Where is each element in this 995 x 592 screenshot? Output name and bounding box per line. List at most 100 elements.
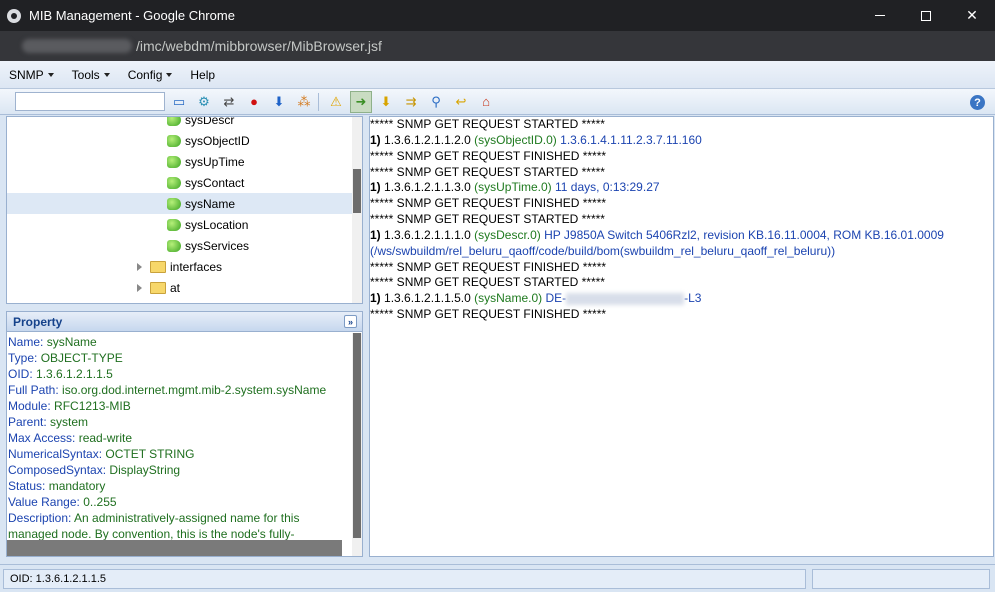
tree-item[interactable]: sysLocation: [7, 214, 355, 235]
folder-icon: [150, 281, 166, 294]
property-row: Type: OBJECT-TYPE: [8, 350, 353, 366]
output-log: ***** SNMP GET REQUEST STARTED ***** 1) 1…: [370, 117, 993, 323]
status-extra: [812, 569, 990, 589]
result-index: 1): [370, 180, 381, 195]
output-line: 1) 1.3.6.1.2.1.1.5.0 (sysName.0) DE- -L3: [370, 291, 993, 307]
menu-config[interactable]: Config: [119, 68, 182, 82]
result-index: 1): [370, 227, 381, 242]
property-value: OCTET STRING: [105, 447, 195, 461]
output-line: 1) 1.3.6.1.2.1.1.3.0 (sysUpTime.0) 11 da…: [370, 180, 993, 196]
get-next-button[interactable]: ⬇: [375, 91, 397, 113]
property-row: Module: RFC1213-MIB: [8, 398, 353, 414]
search-icon: ⚲: [431, 94, 441, 109]
output-marker: ***** SNMP GET REQUEST FINISHED *****: [370, 196, 607, 211]
tree-scrollbar[interactable]: [352, 117, 362, 303]
menu-snmp[interactable]: SNMP: [0, 68, 63, 82]
tree-item-label: sysDescr: [185, 116, 235, 127]
folder-icon: [150, 260, 166, 273]
output-marker: ***** SNMP GET REQUEST STARTED *****: [370, 275, 605, 290]
walk-button[interactable]: ⁂: [293, 91, 315, 113]
maximize-button[interactable]: [903, 0, 949, 31]
mib-tree: sysDescr sysObjectID sysUpTime sysContact sy…: [6, 116, 363, 304]
result-index: 1): [370, 132, 381, 147]
output-line: ***** SNMP GET REQUEST FINISHED *****: [370, 149, 993, 165]
tree-item[interactable]: sysObjectID: [7, 130, 355, 151]
property-key: Module:: [8, 399, 51, 413]
expand-arrow-icon[interactable]: [137, 283, 142, 292]
tree-item[interactable]: at: [7, 277, 355, 298]
tree-item[interactable]: ip: [7, 298, 355, 303]
property-row: Status: mandatory: [8, 478, 353, 494]
result-value: -L3: [684, 291, 702, 306]
settings-icon: ⚙: [198, 94, 210, 109]
tree-item[interactable]: sysContact: [7, 172, 355, 193]
close-button[interactable]: ✕: [949, 0, 995, 31]
output-marker: ***** SNMP GET REQUEST STARTED *****: [370, 212, 605, 227]
minimize-button[interactable]: [857, 0, 903, 31]
output-line: (/ws/swbuildm/rel_beluru_qaoff/code/buil…: [370, 244, 993, 260]
get-bulk-button[interactable]: ⇉: [400, 91, 422, 113]
property-description: Description: An administratively-assigne…: [8, 510, 348, 542]
session-button[interactable]: ▭: [168, 91, 190, 113]
property-value: read-write: [78, 431, 133, 445]
settings-button[interactable]: ⚙: [193, 91, 215, 113]
menu-tools[interactable]: Tools: [63, 68, 119, 82]
minimize-icon: [875, 15, 885, 16]
property-scroll-thumb[interactable]: [353, 333, 361, 538]
property-scrollbar[interactable]: [352, 333, 362, 556]
property-body: Name: sysName Type: OBJECT-TYPE OID: 1.3.6…: [8, 334, 353, 542]
result-oid: 1.3.6.1.2.1.1.5.0: [384, 291, 471, 306]
result-oid: 1.3.6.1.2.1.1.1.0: [384, 227, 471, 242]
oid-input[interactable]: [15, 92, 165, 111]
property-value: 1.3.6.1.2.1.1.5: [36, 367, 113, 381]
home-button[interactable]: ⌂: [475, 91, 497, 113]
property-key: NumericalSyntax:: [8, 447, 103, 461]
window-title: MIB Management - Google Chrome: [29, 8, 235, 23]
warning-button[interactable]: ⚠: [325, 91, 347, 113]
result-name: (sysUpTime.0): [474, 180, 552, 195]
output-line: ***** SNMP GET REQUEST STARTED *****: [370, 275, 993, 291]
collapse-icon[interactable]: »: [344, 315, 357, 328]
stop-button[interactable]: ●: [243, 91, 265, 113]
tree-item[interactable]: sysDescr: [7, 116, 355, 130]
result-name: (sysName.0): [474, 291, 543, 306]
get-down-button[interactable]: ⬇: [268, 91, 290, 113]
leaf-icon: [167, 155, 181, 168]
tree-item[interactable]: sysServices: [7, 235, 355, 256]
tree-item-label: sysServices: [185, 238, 250, 253]
tree-item-label: sysObjectID: [185, 133, 250, 148]
back-button[interactable]: ↩: [450, 91, 472, 113]
expand-arrow-icon[interactable]: [137, 262, 142, 271]
property-key: Description:: [8, 511, 72, 525]
property-key: Name:: [8, 335, 44, 349]
tree-item[interactable]: interfaces: [7, 256, 355, 277]
output-line: ***** SNMP GET REQUEST STARTED *****: [370, 165, 993, 181]
tree-item[interactable]: sysName: [7, 193, 355, 214]
property-hscrollbar[interactable]: [7, 540, 342, 556]
output-marker: ***** SNMP GET REQUEST FINISHED *****: [370, 259, 607, 274]
property-key: Value Range:: [8, 495, 80, 509]
tree-scroll-thumb[interactable]: [353, 169, 361, 213]
menu-bar: SNMP Tools Config Help: [0, 61, 995, 89]
output-marker: ***** SNMP GET REQUEST FINISHED *****: [370, 148, 607, 163]
leaf-icon: [167, 197, 181, 210]
status-oid: OID: 1.3.6.1.2.1.1.5: [3, 569, 806, 589]
menu-help[interactable]: Help: [181, 68, 224, 82]
tree-item[interactable]: sysUpTime: [7, 151, 355, 172]
warning-icon: ⚠: [330, 94, 342, 109]
get-bulk-icon: ⇉: [405, 94, 417, 109]
search-button[interactable]: ⚲: [425, 91, 447, 113]
folder-icon: [150, 302, 166, 303]
menu-label: Help: [190, 67, 216, 82]
result-index: 1): [370, 291, 381, 306]
connect-button[interactable]: ⇄: [218, 91, 240, 113]
result-value: (/ws/swbuildm/rel_beluru_qaoff/code/buil…: [370, 243, 836, 258]
get-button[interactable]: ➜: [350, 90, 372, 113]
help-icon[interactable]: ?: [970, 95, 985, 110]
property-row: Parent: system: [8, 414, 353, 430]
property-row: OID: 1.3.6.1.2.1.1.5: [8, 366, 353, 382]
leaf-icon: [167, 239, 181, 252]
result-value: 11 days, 0:13:29.27: [555, 180, 660, 195]
property-key: Max Access:: [8, 431, 76, 445]
address-bar[interactable]: /imc/webdm/mibbrowser/MibBrowser.jsf: [0, 31, 995, 61]
